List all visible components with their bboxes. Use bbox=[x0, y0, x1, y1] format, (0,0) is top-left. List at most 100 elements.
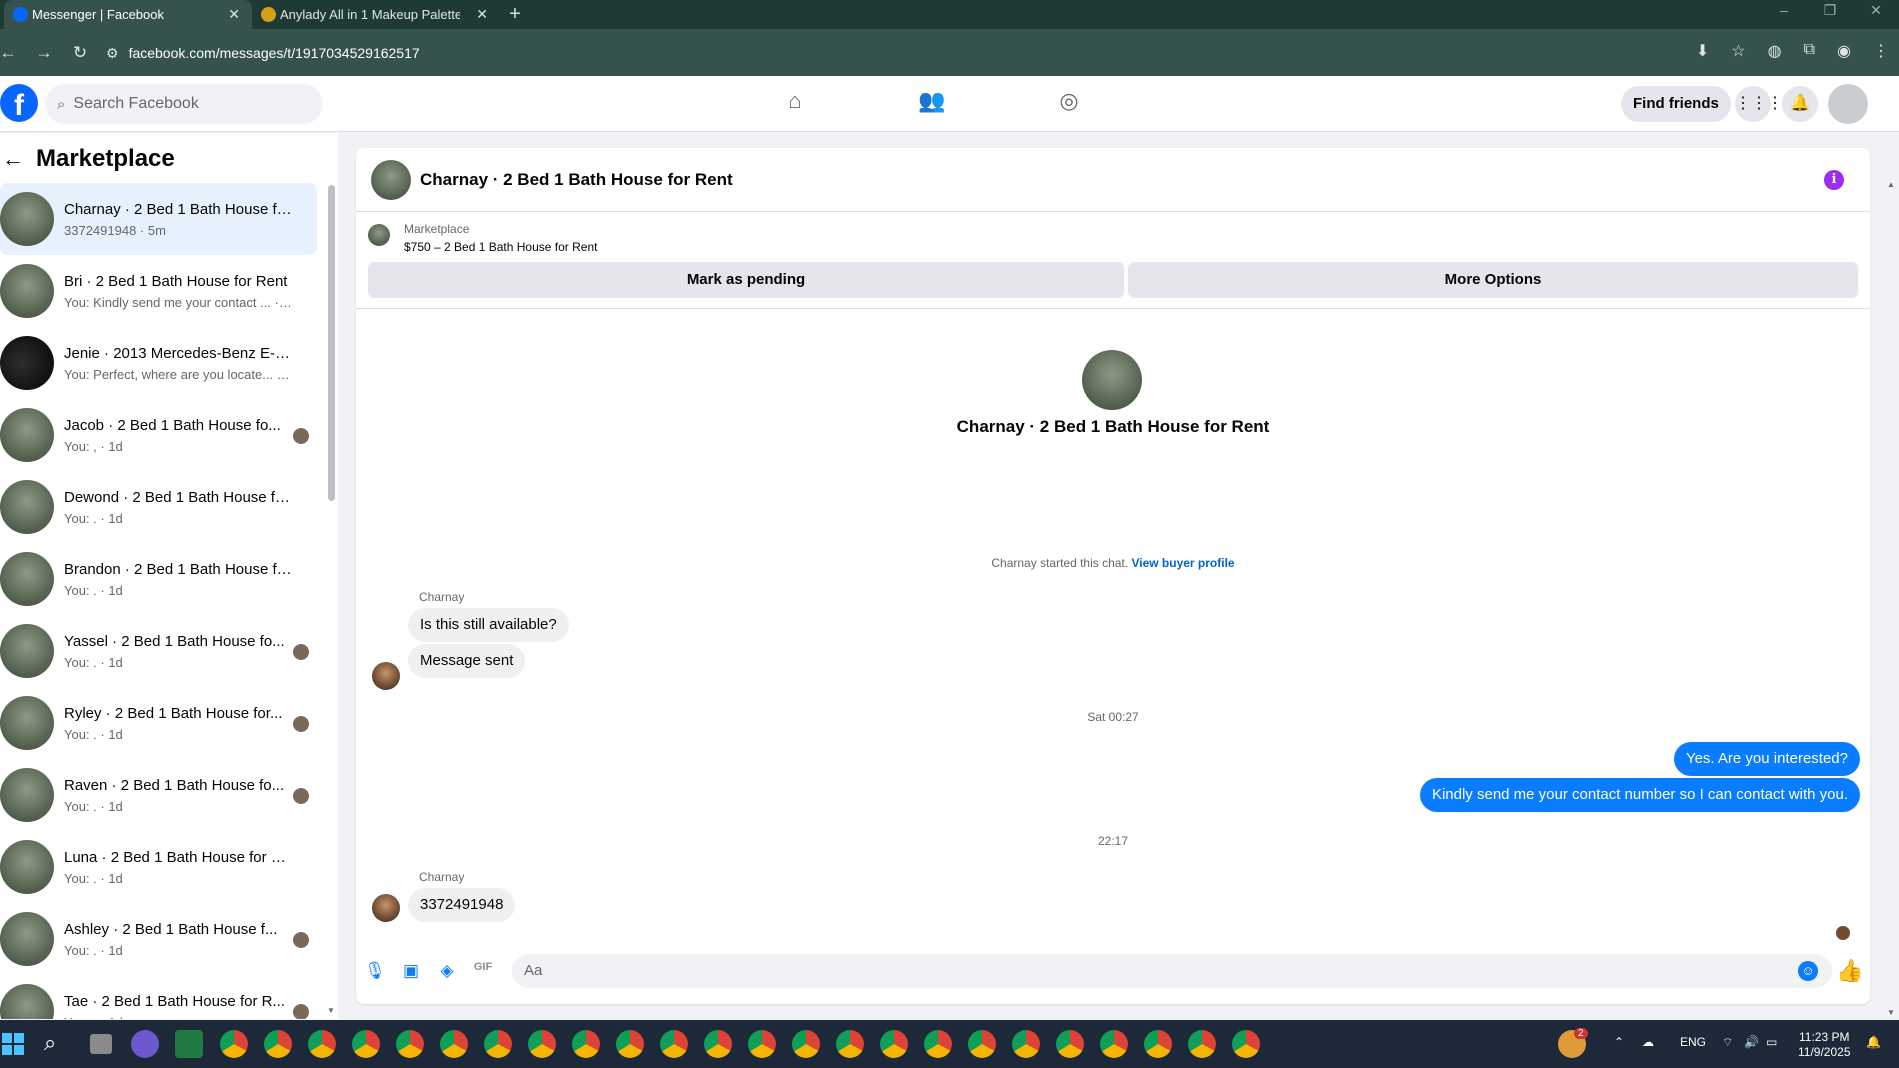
emoji-icon[interactable]: ☺ bbox=[1798, 961, 1818, 981]
photo-icon[interactable]: ▣ bbox=[400, 961, 422, 981]
chat-title[interactable]: Charnay · 2 Bed 1 Bath House for Rent bbox=[420, 170, 733, 190]
chrome-app-icon[interactable] bbox=[528, 1030, 556, 1058]
minimize-icon[interactable]: – bbox=[1761, 0, 1807, 20]
wifi-icon[interactable]: ⌔ bbox=[1722, 1035, 1733, 1050]
site-settings-icon[interactable]: ⚙ bbox=[106, 45, 119, 62]
forward-icon[interactable]: → bbox=[26, 43, 62, 63]
chrome-app-icon[interactable] bbox=[968, 1030, 996, 1058]
chrome-app-icon[interactable] bbox=[924, 1030, 952, 1058]
incoming-message[interactable]: Message sent bbox=[408, 644, 526, 678]
chrome-app-icon[interactable] bbox=[220, 1030, 248, 1058]
chrome-app-icon[interactable] bbox=[1188, 1030, 1216, 1058]
conversation-item[interactable]: Yassel · 2 Bed 1 Bath House fo... You: . … bbox=[0, 615, 317, 687]
tray-chevron-icon[interactable]: ⌃ bbox=[1614, 1035, 1624, 1049]
conversation-item[interactable]: Bri · 2 Bed 1 Bath House for Rent You: Ki… bbox=[0, 255, 317, 327]
translate-icon[interactable]: ◍ bbox=[1768, 41, 1782, 61]
find-friends-button[interactable]: Find friends bbox=[1621, 86, 1731, 122]
notifications-bell-icon[interactable]: 🔔 bbox=[1782, 86, 1818, 122]
sender-avatar[interactable] bbox=[372, 894, 400, 922]
chrome-app-icon[interactable] bbox=[1100, 1030, 1128, 1058]
new-tab-button[interactable]: + bbox=[500, 0, 530, 29]
page-scroll-down-icon[interactable]: ▼ bbox=[1887, 1008, 1895, 1017]
chrome-app-icon[interactable] bbox=[484, 1030, 512, 1058]
bookmark-star-icon[interactable]: ☆ bbox=[1731, 41, 1745, 61]
chrome-app-icon[interactable] bbox=[396, 1030, 424, 1058]
conversation-item[interactable]: Brandon · 2 Bed 1 Bath House fo... You: .… bbox=[0, 543, 317, 615]
chrome-app-icon[interactable] bbox=[1012, 1030, 1040, 1058]
outgoing-message[interactable]: Kindly send me your contact number so I … bbox=[1419, 778, 1860, 812]
friends-icon[interactable]: 👥 bbox=[912, 88, 952, 114]
onedrive-icon[interactable]: ☁ bbox=[1642, 1035, 1654, 1049]
sender-avatar[interactable] bbox=[372, 662, 400, 690]
conversation-item[interactable]: Tae · 2 Bed 1 Bath House for R... You: . … bbox=[0, 975, 317, 1019]
listing-title[interactable]: $750 – 2 Bed 1 Bath House for Rent bbox=[404, 240, 597, 254]
chrome-app-icon[interactable] bbox=[748, 1030, 776, 1058]
chrome-app-icon[interactable] bbox=[836, 1030, 864, 1058]
view-buyer-profile-link[interactable]: View buyer profile bbox=[1131, 556, 1234, 570]
outgoing-message[interactable]: Yes. Are you interested? bbox=[1673, 742, 1860, 776]
info-icon[interactable]: i bbox=[1824, 170, 1844, 190]
restore-icon[interactable]: ❐ bbox=[1807, 0, 1853, 20]
conversation-item[interactable]: Raven · 2 Bed 1 Bath House fo... You: . ·… bbox=[0, 759, 317, 831]
task-view-icon[interactable] bbox=[90, 1034, 112, 1054]
menu-grid-icon[interactable]: ⋮⋮⋮ bbox=[1735, 86, 1783, 122]
facebook-logo-icon[interactable]: f bbox=[0, 84, 38, 122]
microphone-icon[interactable]: 🎙 bbox=[364, 961, 386, 981]
scroll-down-icon[interactable]: ▼ bbox=[327, 1006, 335, 1015]
conversation-item[interactable]: Charnay · 2 Bed 1 Bath House fo... 337249… bbox=[0, 183, 317, 255]
mark-pending-button[interactable]: Mark as pending bbox=[368, 262, 1124, 298]
close-tab-icon[interactable]: ✕ bbox=[476, 6, 488, 23]
chrome-app-icon[interactable] bbox=[880, 1030, 908, 1058]
conversation-item[interactable]: Jacob · 2 Bed 1 Bath House fo... You: , ·… bbox=[0, 399, 317, 471]
menu-dots-icon[interactable]: ⋮ bbox=[1873, 41, 1889, 61]
system-clock[interactable]: 11:23 PM 11/9/2025 bbox=[1798, 1030, 1851, 1060]
groups-icon[interactable]: ◎ bbox=[1049, 88, 1089, 114]
extensions-icon[interactable]: ⧉ bbox=[1804, 41, 1815, 61]
tab-anylady[interactable]: Anylady All in 1 Makeup Palette ✕ bbox=[252, 0, 500, 29]
notification-bell-icon[interactable]: 🔔 bbox=[1866, 1035, 1881, 1049]
language-indicator[interactable]: ENG bbox=[1680, 1035, 1706, 1049]
chrome-app-icon[interactable] bbox=[1232, 1030, 1260, 1058]
gif-icon[interactable]: GIF bbox=[472, 961, 494, 973]
chrome-app-icon[interactable] bbox=[308, 1030, 336, 1058]
chrome-app-icon[interactable] bbox=[264, 1030, 292, 1058]
thumbs-up-icon[interactable]: 👍 bbox=[1836, 958, 1863, 984]
conversation-item[interactable]: Luna · 2 Bed 1 Bath House for Re... You: … bbox=[0, 831, 317, 903]
chrome-app-icon[interactable] bbox=[792, 1030, 820, 1058]
conversation-item[interactable]: Ryley · 2 Bed 1 Bath House for... You: . … bbox=[0, 687, 317, 759]
tab-messenger[interactable]: Messenger | Facebook ✕ bbox=[4, 0, 252, 29]
home-icon[interactable]: ⌂ bbox=[775, 88, 815, 114]
chrome-app-icon[interactable] bbox=[352, 1030, 380, 1058]
taskbar-search-icon[interactable]: ⌕ bbox=[44, 1030, 56, 1056]
chrome-app-icon[interactable] bbox=[1056, 1030, 1084, 1058]
battery-icon[interactable]: ▭ bbox=[1766, 1035, 1777, 1049]
profile-icon[interactable]: ◉ bbox=[1837, 41, 1851, 61]
message-input[interactable]: Aa bbox=[512, 954, 1832, 988]
chrome-app-icon[interactable] bbox=[704, 1030, 732, 1058]
close-tab-icon[interactable]: ✕ bbox=[228, 6, 240, 23]
back-arrow-icon[interactable]: ← bbox=[2, 146, 24, 172]
chrome-app-icon[interactable] bbox=[660, 1030, 688, 1058]
chrome-app-icon[interactable] bbox=[440, 1030, 468, 1058]
teams-icon[interactable] bbox=[131, 1030, 159, 1058]
more-options-button[interactable]: More Options bbox=[1128, 262, 1858, 298]
chrome-app-icon[interactable] bbox=[572, 1030, 600, 1058]
install-icon[interactable]: ⬇ bbox=[1696, 41, 1709, 61]
conversation-item[interactable]: Dewond · 2 Bed 1 Bath House fo... You: . … bbox=[0, 471, 317, 543]
back-icon[interactable]: ← bbox=[0, 43, 26, 63]
chrome-app-icon[interactable] bbox=[1144, 1030, 1172, 1058]
excel-icon[interactable] bbox=[175, 1030, 203, 1058]
start-icon[interactable] bbox=[2, 1033, 24, 1055]
incoming-message[interactable]: 3372491948 bbox=[408, 888, 516, 922]
sticker-icon[interactable]: ◈ bbox=[436, 961, 458, 981]
page-scroll-up-icon[interactable]: ▲ bbox=[1887, 180, 1895, 189]
close-window-icon[interactable]: ✕ bbox=[1853, 0, 1899, 20]
chat-avatar[interactable] bbox=[371, 160, 411, 200]
account-avatar[interactable] bbox=[1828, 84, 1868, 124]
url-field[interactable]: ⚙ facebook.com/messages/t/19170345291625… bbox=[106, 38, 1646, 68]
incoming-message[interactable]: Is this still available? bbox=[408, 608, 569, 642]
chrome-app-icon[interactable] bbox=[616, 1030, 644, 1058]
conversation-item[interactable]: Ashley · 2 Bed 1 Bath House f... You: . ·… bbox=[0, 903, 317, 975]
volume-icon[interactable]: 🔊 bbox=[1744, 1035, 1759, 1049]
sidebar-scrollbar[interactable] bbox=[328, 185, 335, 501]
